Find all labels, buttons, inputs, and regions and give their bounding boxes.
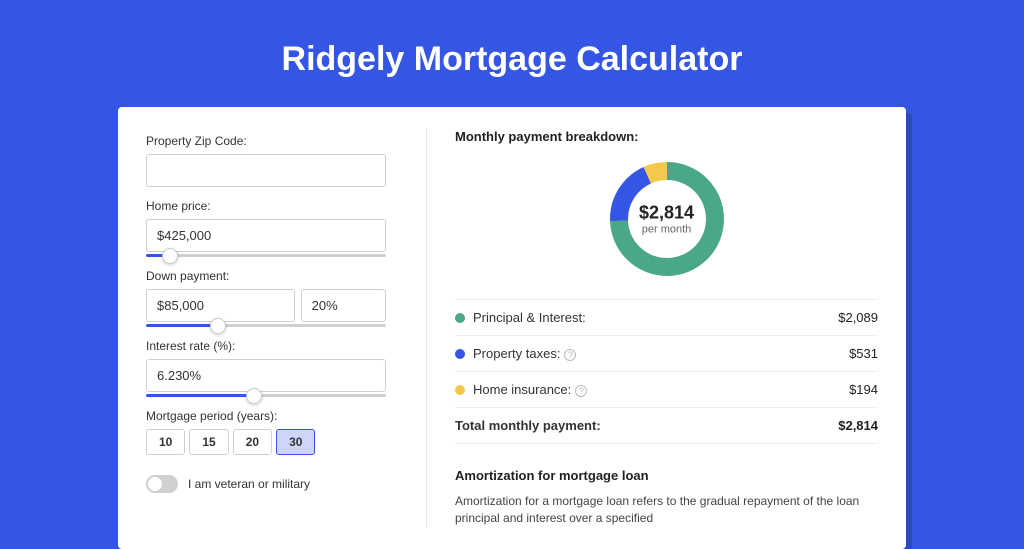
period-10[interactable]: 10 <box>146 429 185 455</box>
donut-total-value: $2,814 <box>639 203 694 224</box>
legend-amount: $2,089 <box>838 310 878 325</box>
total-amount: $2,814 <box>838 418 878 433</box>
info-icon[interactable]: ? <box>564 349 576 361</box>
down-payment-slider[interactable] <box>146 324 386 327</box>
rate-label: Interest rate (%): <box>146 339 386 353</box>
period-label: Mortgage period (years): <box>146 409 386 423</box>
breakdown-donut-chart: $2,814 per month <box>607 159 727 279</box>
calculator-card: Property Zip Code: Home price: Down paym… <box>118 107 906 549</box>
down-payment-pct-input[interactable] <box>301 289 386 322</box>
rate-slider[interactable] <box>146 394 386 397</box>
donut-total-sub: per month <box>639 224 694 236</box>
inputs-panel: Property Zip Code: Home price: Down paym… <box>146 129 386 527</box>
legend-label: Principal & Interest: <box>473 310 838 325</box>
swatch-icon <box>455 385 465 395</box>
legend-label: Home insurance:? <box>473 382 849 397</box>
swatch-icon <box>455 313 465 323</box>
home-price-label: Home price: <box>146 199 386 213</box>
total-label: Total monthly payment: <box>455 418 838 433</box>
info-icon[interactable]: ? <box>575 385 587 397</box>
legend-row: Home insurance:?$194 <box>455 371 878 407</box>
down-payment-label: Down payment: <box>146 269 386 283</box>
amortization-title: Amortization for mortgage loan <box>455 468 878 483</box>
page-title: Ridgely Mortgage Calculator <box>0 0 1024 107</box>
period-group: 10152030 <box>146 429 386 455</box>
legend-total-row: Total monthly payment:$2,814 <box>455 407 878 444</box>
swatch-icon <box>455 349 465 359</box>
legend-amount: $531 <box>849 346 878 361</box>
veteran-toggle[interactable] <box>146 475 178 493</box>
breakdown-panel: Monthly payment breakdown: $2,814 per mo… <box>426 129 878 527</box>
period-20[interactable]: 20 <box>233 429 272 455</box>
rate-input[interactable] <box>146 359 386 392</box>
amortization-text: Amortization for a mortgage loan refers … <box>455 493 878 527</box>
period-15[interactable]: 15 <box>189 429 228 455</box>
legend-amount: $194 <box>849 382 878 397</box>
home-price-slider[interactable] <box>146 254 386 257</box>
legend-row: Principal & Interest:$2,089 <box>455 299 878 335</box>
home-price-input[interactable] <box>146 219 386 252</box>
veteran-label: I am veteran or military <box>188 477 310 491</box>
breakdown-title: Monthly payment breakdown: <box>455 129 878 144</box>
breakdown-legend: Principal & Interest:$2,089Property taxe… <box>455 299 878 444</box>
zip-input[interactable] <box>146 154 386 187</box>
legend-row: Property taxes:?$531 <box>455 335 878 371</box>
legend-label: Property taxes:? <box>473 346 849 361</box>
zip-label: Property Zip Code: <box>146 134 386 148</box>
period-30[interactable]: 30 <box>276 429 315 455</box>
